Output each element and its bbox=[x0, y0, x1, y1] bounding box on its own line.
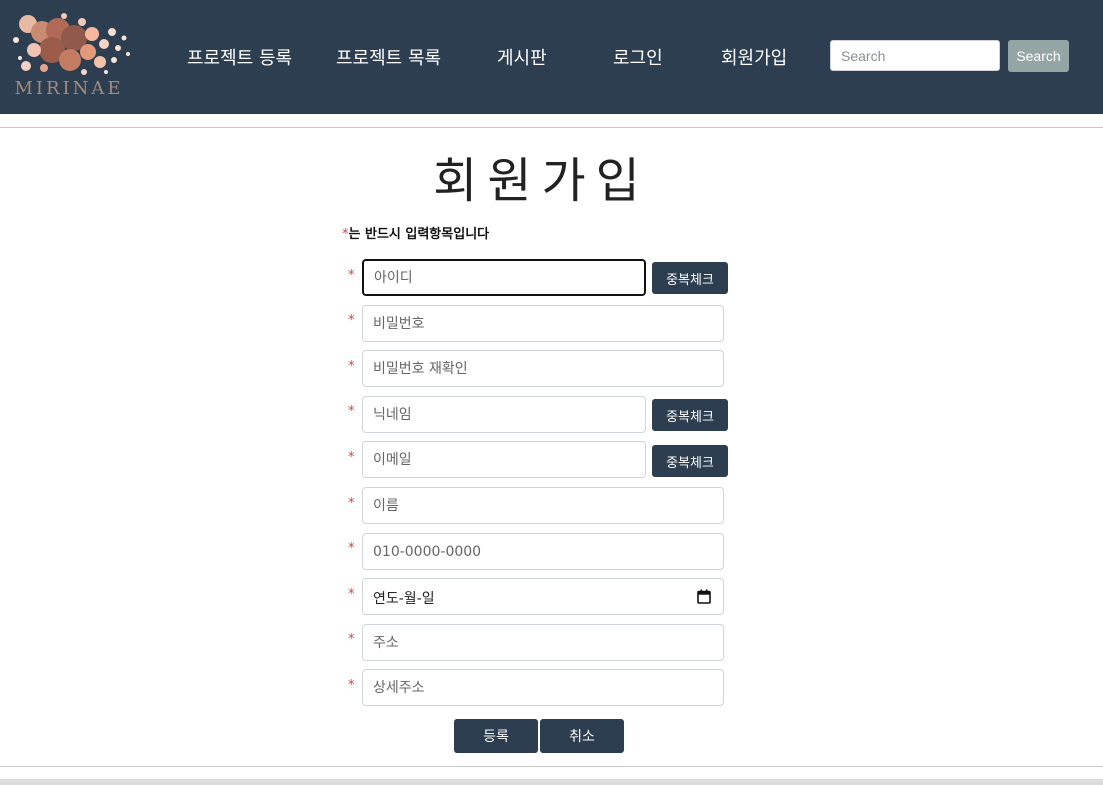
required-star: * bbox=[348, 313, 355, 328]
required-note: *는 반드시 입력항목입니다 bbox=[342, 223, 489, 242]
navbar: MIRINAE 프로젝트 등록 프로젝트 목록 게시판 로그인 회원가입 Sea… bbox=[0, 0, 1103, 114]
calendar-icon[interactable] bbox=[697, 589, 711, 604]
nav-item-project-register[interactable]: 프로젝트 등록 bbox=[187, 44, 292, 70]
required-star: * bbox=[348, 541, 355, 556]
required-note-text: 는 반드시 입력항목입니다 bbox=[348, 227, 490, 242]
divider bbox=[0, 766, 1103, 767]
divider bbox=[0, 127, 1103, 128]
nav-item-login[interactable]: 로그인 bbox=[613, 44, 663, 70]
nav-item-board[interactable]: 게시판 bbox=[497, 44, 547, 70]
logo-bubbles-icon bbox=[13, 13, 130, 75]
search-input[interactable] bbox=[830, 40, 1000, 71]
name-input[interactable] bbox=[362, 487, 724, 524]
required-star: * bbox=[348, 359, 355, 374]
password-confirm-input[interactable] bbox=[362, 350, 724, 387]
required-star: * bbox=[348, 678, 355, 693]
email-duplicate-check-button[interactable]: 중복체크 bbox=[652, 445, 728, 477]
logo-text: MIRINAE bbox=[14, 78, 124, 99]
nav-item-signup[interactable]: 회원가입 bbox=[721, 44, 787, 70]
password-input[interactable] bbox=[362, 305, 724, 342]
id-input[interactable] bbox=[362, 259, 646, 296]
nickname-duplicate-check-button[interactable]: 중복체크 bbox=[652, 399, 728, 431]
submit-button[interactable]: 등록 bbox=[454, 719, 538, 753]
cancel-button[interactable]: 취소 bbox=[540, 719, 624, 753]
required-star: * bbox=[348, 268, 355, 283]
page-title: 회원가입 bbox=[433, 153, 650, 209]
nav-item-project-list[interactable]: 프로젝트 목록 bbox=[336, 44, 441, 70]
required-star: * bbox=[348, 632, 355, 647]
required-star: * bbox=[348, 450, 355, 465]
phone-input[interactable] bbox=[362, 533, 724, 570]
email-input[interactable] bbox=[362, 441, 646, 478]
required-star: * bbox=[348, 496, 355, 511]
birthdate-input[interactable]: 연도-월-일 bbox=[362, 578, 724, 615]
detail-address-input[interactable] bbox=[362, 669, 724, 706]
required-star: * bbox=[348, 404, 355, 419]
search-button[interactable]: Search bbox=[1008, 40, 1069, 72]
birthdate-placeholder: 연도-월-일 bbox=[373, 591, 435, 607]
address-input[interactable] bbox=[362, 624, 724, 661]
required-star: * bbox=[348, 587, 355, 602]
nickname-input[interactable] bbox=[362, 396, 646, 433]
footer bbox=[0, 779, 1103, 785]
id-duplicate-check-button[interactable]: 중복체크 bbox=[652, 262, 728, 294]
